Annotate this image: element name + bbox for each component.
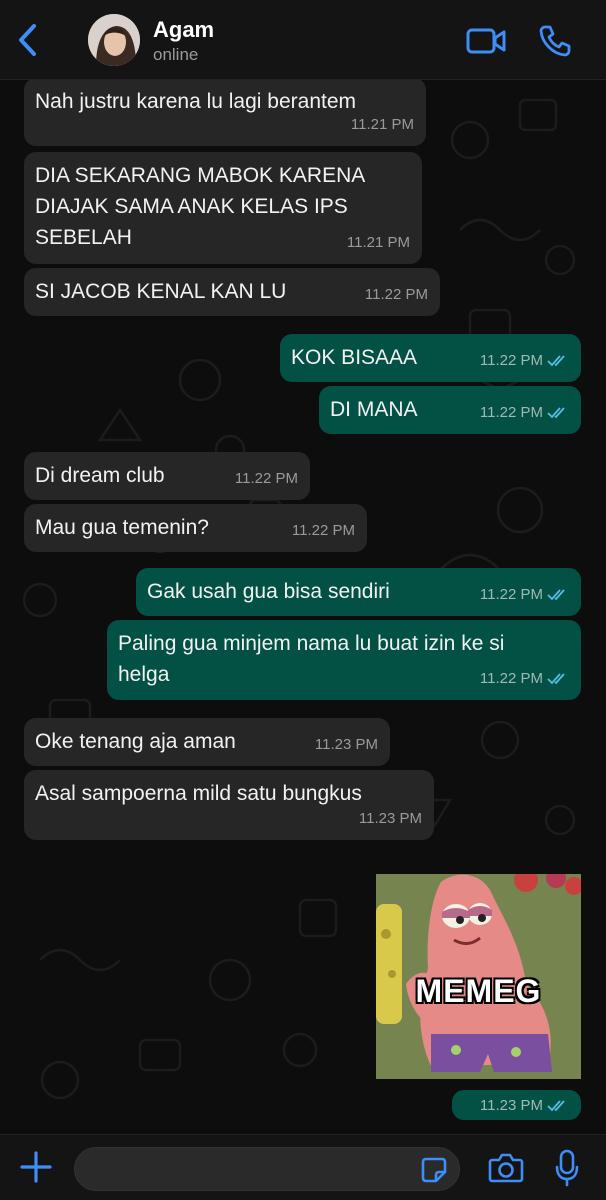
sticker-button[interactable] [420, 1156, 448, 1184]
message-time: 11.22 PM [292, 515, 355, 546]
message-time: 11.22 PM [480, 663, 569, 694]
microphone-icon [555, 1149, 579, 1187]
camera-button[interactable] [488, 1151, 524, 1185]
contact-name[interactable]: Agam [153, 17, 214, 43]
timestamp: 11.22 PM [479, 670, 543, 687]
message-time: 11.21 PM [351, 109, 414, 140]
back-button[interactable] [14, 22, 44, 58]
message-incoming[interactable]: SI JACOB KENAL KAN LU 11.22 PM [24, 268, 440, 316]
timestamp: 11.22 PM [479, 586, 543, 603]
timestamp: 11.21 PM [346, 234, 410, 251]
message-time: 11.23 PM [315, 729, 378, 760]
message-time: 11.22 PM [235, 463, 298, 494]
timestamp: 11.22 PM [479, 404, 543, 421]
attach-button[interactable] [18, 1149, 54, 1185]
message-incoming[interactable]: Di dream club 11.22 PM [24, 452, 310, 500]
sticker-icon [421, 1157, 447, 1183]
timestamp: 11.22 PM [234, 470, 298, 487]
chat-area[interactable]: Nah justru karena lu lagi berantem 11.21… [0, 80, 606, 1134]
timestamp: 11.23 PM [358, 810, 422, 827]
message-time: 11.23 PM [359, 803, 422, 834]
message-outgoing[interactable]: Paling gua minjem nama lu buat izin ke s… [107, 620, 581, 700]
message-time: 11.22 PM [365, 279, 428, 310]
timestamp: 11.22 PM [479, 352, 543, 369]
timestamp: 11.23 PM [314, 736, 378, 753]
message-outgoing[interactable]: KOK BISAAA 11.22 PM [280, 334, 581, 382]
message-time: 11.21 PM [347, 227, 410, 258]
message-time: 11.23 PM [480, 1097, 569, 1114]
double-check-icon [547, 354, 565, 366]
message-time: 11.22 PM [480, 579, 569, 610]
sticker-message[interactable]: MEMEG [376, 874, 581, 1079]
double-check-icon [547, 588, 565, 600]
double-check-icon [547, 672, 565, 684]
double-check-icon [547, 1099, 565, 1111]
message-input[interactable] [74, 1147, 460, 1191]
timestamp: 11.23 PM [479, 1097, 543, 1114]
avatar[interactable] [88, 14, 140, 66]
message-incoming[interactable]: DIA SEKARANG MABOK KARENA DIAJAK SAMA AN… [24, 152, 422, 264]
plus-icon [20, 1151, 52, 1183]
chat-header: Agam online [0, 0, 606, 80]
double-check-icon [547, 406, 565, 418]
camera-icon [488, 1153, 524, 1183]
message-composer [0, 1134, 606, 1200]
avatar-photo [88, 14, 140, 66]
microphone-button[interactable] [555, 1149, 579, 1187]
contact-status: online [153, 45, 199, 64]
message-time: 11.22 PM [480, 397, 569, 428]
chevron-left-icon [19, 24, 36, 56]
message-outgoing[interactable]: DI MANA 11.22 PM [319, 386, 581, 434]
message-incoming[interactable]: Mau gua temenin? 11.22 PM [24, 504, 367, 552]
video-camera-icon [466, 28, 506, 54]
message-incoming[interactable]: Asal sampoerna mild satu bungkus 11.23 P… [24, 770, 434, 840]
video-call-button[interactable] [466, 26, 506, 56]
timestamp: 11.21 PM [350, 116, 414, 133]
sticker-caption: MEMEG [415, 973, 542, 1009]
sticker-timestamp-pill: 11.23 PM [452, 1090, 581, 1120]
voice-call-button[interactable] [538, 24, 572, 58]
message-time: 11.22 PM [480, 345, 569, 376]
timestamp: 11.22 PM [364, 286, 428, 303]
message-incoming[interactable]: Oke tenang aja aman 11.23 PM [24, 718, 390, 766]
message-outgoing[interactable]: Gak usah gua bisa sendiri 11.22 PM [136, 568, 581, 616]
timestamp: 11.22 PM [291, 522, 355, 539]
message-incoming[interactable]: Nah justru karena lu lagi berantem 11.21… [24, 80, 426, 146]
phone-icon [539, 25, 571, 57]
